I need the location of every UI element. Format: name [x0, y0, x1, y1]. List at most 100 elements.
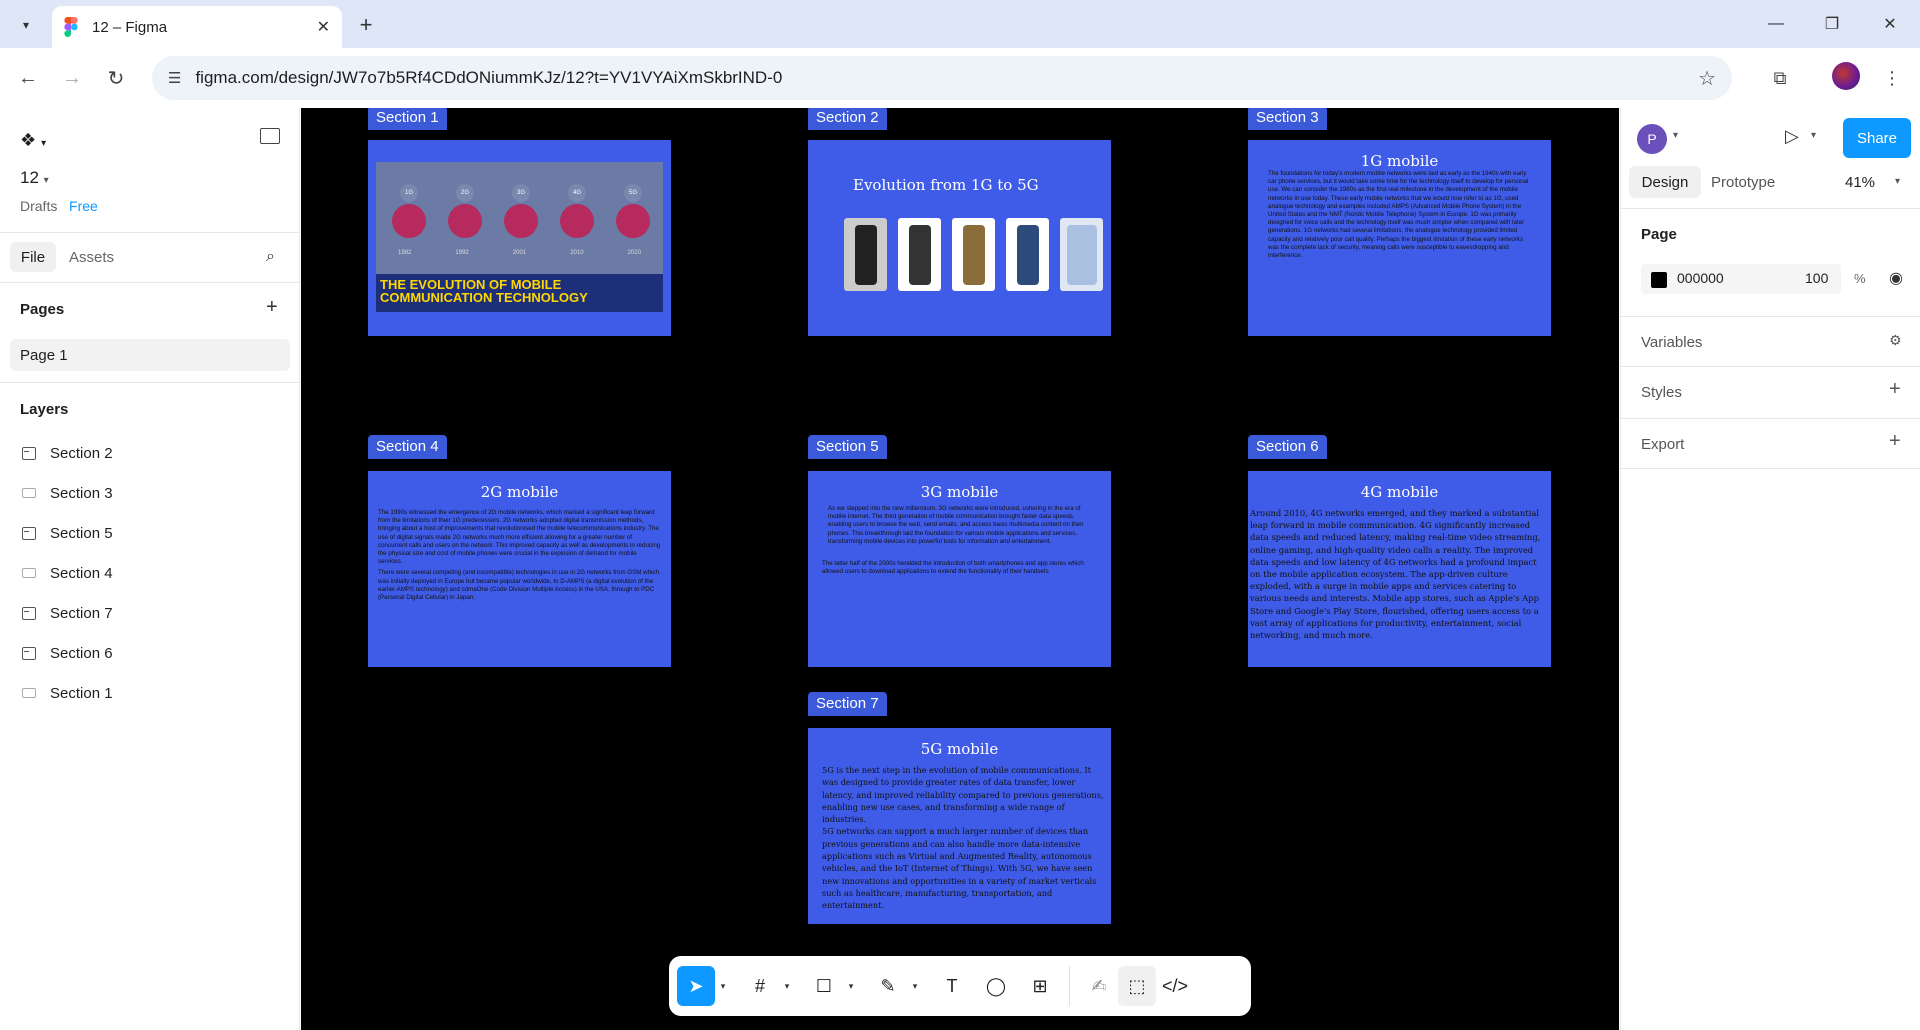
site-info-icon[interactable]: ☰: [168, 69, 181, 87]
section-label[interactable]: Section 7: [808, 692, 887, 716]
rectangle-tool-icon[interactable]: ☐: [805, 966, 843, 1006]
drafts-link[interactable]: Drafts: [20, 198, 57, 214]
section-frame[interactable]: Evolution from 1G to 5G: [808, 140, 1111, 336]
layer-item[interactable]: Section 1: [22, 681, 113, 705]
section-icon: [22, 568, 36, 578]
add-export-icon[interactable]: +: [1889, 430, 1901, 453]
design-mode-icon[interactable]: ⬚: [1118, 966, 1156, 1006]
design-canvas[interactable]: Section 1 1G 2G 3G 4G 5G 1982 1992 2001 …: [301, 108, 1619, 1030]
opacity-value[interactable]: 100: [1805, 270, 1828, 286]
layer-item[interactable]: Section 3: [22, 481, 113, 505]
export-heading: Export: [1641, 436, 1685, 453]
new-tab-icon[interactable]: +: [352, 12, 380, 38]
toggle-sidebar-icon[interactable]: [260, 128, 280, 144]
page-item[interactable]: Page 1: [10, 339, 290, 371]
chevron-down-icon[interactable]: ▾: [1673, 130, 1678, 141]
background-color-field[interactable]: 000000 100: [1641, 264, 1841, 294]
tab-file[interactable]: File: [10, 242, 56, 272]
chrome-menu-icon[interactable]: ⋮: [1876, 62, 1908, 94]
section-frame[interactable]: 1G 2G 3G 4G 5G 1982 1992 2001 2010 2020 …: [368, 140, 671, 336]
chevron-down-icon[interactable]: ▾: [715, 981, 731, 992]
comment-tool-icon[interactable]: ◯: [977, 966, 1015, 1006]
generation-badge: 4G: [568, 184, 586, 202]
address-bar[interactable]: ☰ figma.com/design/JW7o7b5Rf4CDdONiummKJ…: [152, 56, 1732, 100]
actions-icon[interactable]: ⊞: [1021, 966, 1059, 1006]
section-icon: [22, 646, 36, 660]
search-icon[interactable]: ⌕: [266, 248, 275, 266]
frame-body: 5G networks can support a much larger nu…: [822, 826, 1097, 911]
variables-settings-icon[interactable]: ⚙: [1889, 332, 1902, 349]
section-label[interactable]: Section 2: [808, 108, 887, 130]
layer-item[interactable]: Section 5: [22, 521, 113, 545]
present-play-icon[interactable]: ▷: [1785, 126, 1799, 147]
bookmark-star-icon[interactable]: ☆: [1698, 66, 1716, 91]
window-close-icon[interactable]: ✕: [1870, 10, 1910, 38]
section-label[interactable]: Section 1: [368, 108, 447, 130]
layer-label: Section 5: [50, 524, 113, 542]
pen-tool-icon[interactable]: ✎: [869, 966, 907, 1006]
section-label[interactable]: Section 6: [1248, 435, 1327, 459]
eye-icon[interactable]: ◉: [1889, 268, 1903, 288]
section-frame[interactable]: 4G mobile Around 2010, 4G networks emerg…: [1248, 471, 1551, 667]
section-label[interactable]: Section 4: [368, 435, 447, 459]
tab-close-icon[interactable]: ✕: [317, 17, 330, 37]
forward-icon[interactable]: →: [56, 62, 88, 94]
chevron-down-icon[interactable]: ▾: [1811, 130, 1816, 141]
move-tool-icon[interactable]: ➤: [677, 966, 715, 1006]
tab-design[interactable]: Design: [1629, 166, 1701, 198]
main-menu-icon[interactable]: ❖ ▾: [20, 130, 46, 151]
section-icon: [22, 526, 36, 540]
add-style-icon[interactable]: +: [1889, 378, 1901, 401]
layer-item[interactable]: Section 7: [22, 601, 113, 625]
minimize-icon[interactable]: —: [1756, 10, 1796, 38]
color-swatch[interactable]: [1651, 272, 1667, 288]
section-frame[interactable]: 3G mobile As we stepped into the new mil…: [808, 471, 1111, 667]
layer-label: Section 7: [50, 604, 113, 622]
chevron-down-icon[interactable]: ▾: [907, 981, 923, 992]
year-label: 1982: [398, 250, 412, 256]
section-label[interactable]: Section 3: [1248, 108, 1327, 130]
section-icon: [22, 446, 36, 460]
layer-item[interactable]: Section 2: [22, 441, 113, 465]
plan-badge[interactable]: Free: [69, 198, 98, 214]
frame-body: 5G is the next step in the evolution of …: [822, 765, 1104, 825]
share-button[interactable]: Share: [1843, 118, 1911, 158]
file-name[interactable]: 12 ▾: [20, 168, 49, 188]
color-hex[interactable]: 000000: [1677, 270, 1724, 286]
frame-body: As we stepped into the new millennium, 3…: [828, 505, 1084, 545]
tab-prototype[interactable]: Prototype: [1711, 174, 1775, 191]
browser-tab[interactable]: 12 – Figma ✕: [52, 6, 342, 48]
dev-mode-icon[interactable]: </>: [1156, 966, 1194, 1006]
frame-body: The 1990s witnessed the emergence of 2G …: [378, 509, 661, 566]
variables-heading[interactable]: Variables: [1641, 334, 1702, 351]
add-page-icon[interactable]: +: [266, 296, 278, 319]
chevron-down-icon[interactable]: ▾: [1895, 176, 1900, 187]
section-frame[interactable]: 1G mobile The foundations for today's mo…: [1248, 140, 1551, 336]
draw-mode-icon[interactable]: ✍: [1080, 966, 1118, 1006]
section-label[interactable]: Section 5: [808, 435, 887, 459]
chrome-profile-avatar[interactable]: [1832, 62, 1860, 90]
phone-image: [1060, 218, 1103, 291]
layer-item[interactable]: Section 4: [22, 561, 113, 585]
evolution-image: 1G 2G 3G 4G 5G 1982 1992 2001 2010 2020 …: [376, 162, 663, 312]
zoom-level[interactable]: 41%: [1845, 174, 1875, 191]
user-avatar[interactable]: P: [1637, 124, 1667, 154]
extensions-icon[interactable]: ⧉: [1764, 62, 1796, 94]
frame-tool-icon[interactable]: #: [741, 966, 779, 1006]
back-icon[interactable]: ←: [12, 62, 44, 94]
generation-badge: 1G: [400, 184, 418, 202]
section-frame[interactable]: 5G mobile 5G is the next step in the evo…: [808, 728, 1111, 924]
phone-image: [898, 218, 941, 291]
text-tool-icon[interactable]: T: [933, 966, 971, 1006]
chevron-down-icon[interactable]: ▾: [779, 981, 795, 992]
section-frame[interactable]: 2G mobile The 1990s witnessed the emerge…: [368, 471, 671, 667]
tab-search-icon[interactable]: ▾: [12, 12, 40, 38]
year-label: 1992: [455, 250, 469, 256]
tab-assets[interactable]: Assets: [69, 249, 114, 266]
reload-icon[interactable]: ↻: [100, 62, 132, 94]
chevron-down-icon[interactable]: ▾: [843, 981, 859, 992]
restore-icon[interactable]: ❐: [1812, 10, 1852, 38]
layer-item[interactable]: Section 6: [22, 641, 113, 665]
phone-gallery: [844, 218, 1103, 291]
divider: [1621, 366, 1920, 367]
